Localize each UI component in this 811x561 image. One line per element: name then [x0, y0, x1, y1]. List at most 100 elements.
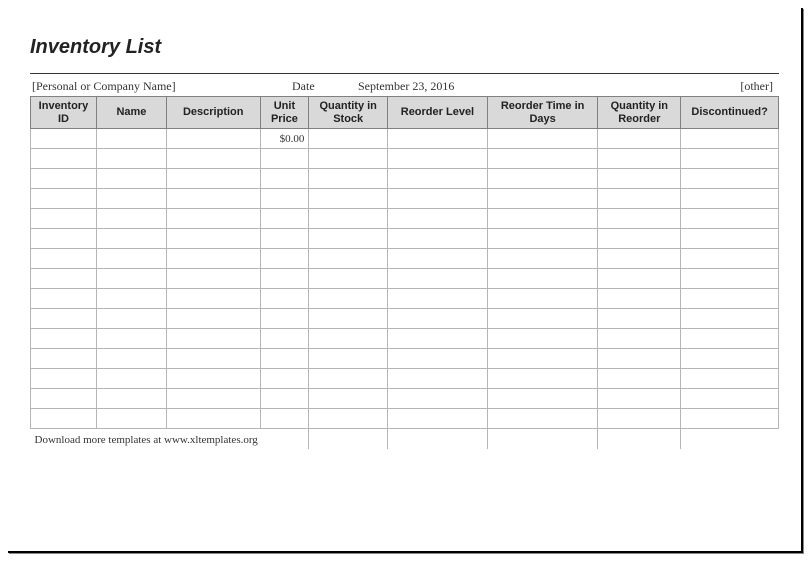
table-cell[interactable] [388, 189, 488, 209]
table-cell[interactable] [31, 249, 97, 269]
table-cell[interactable] [96, 129, 166, 149]
table-cell[interactable] [167, 189, 261, 209]
table-cell[interactable] [309, 269, 388, 289]
table-cell[interactable] [598, 249, 681, 269]
table-cell[interactable] [487, 189, 598, 209]
table-cell[interactable] [388, 309, 488, 329]
table-cell[interactable] [388, 369, 488, 389]
table-cell[interactable] [260, 329, 309, 349]
table-cell[interactable] [598, 169, 681, 189]
table-cell[interactable] [388, 229, 488, 249]
table-cell[interactable] [96, 229, 166, 249]
table-cell[interactable] [167, 289, 261, 309]
table-cell[interactable] [487, 209, 598, 229]
table-cell[interactable] [31, 289, 97, 309]
table-cell[interactable] [96, 289, 166, 309]
table-cell[interactable] [96, 329, 166, 349]
table-cell[interactable] [96, 249, 166, 269]
table-cell[interactable] [487, 129, 598, 149]
table-cell[interactable] [31, 229, 97, 249]
table-cell[interactable] [309, 129, 388, 149]
table-cell[interactable] [167, 329, 261, 349]
table-cell[interactable] [681, 209, 779, 229]
table-cell[interactable] [260, 249, 309, 269]
table-cell[interactable] [260, 289, 309, 309]
table-cell[interactable] [260, 229, 309, 249]
table-cell[interactable] [309, 409, 388, 429]
table-cell[interactable] [31, 269, 97, 289]
table-cell[interactable] [487, 229, 598, 249]
table-cell[interactable] [388, 169, 488, 189]
table-cell[interactable] [598, 309, 681, 329]
table-cell[interactable] [598, 129, 681, 149]
table-cell[interactable] [31, 389, 97, 409]
table-cell[interactable] [487, 289, 598, 309]
table-cell[interactable] [388, 289, 488, 309]
table-cell[interactable] [487, 249, 598, 269]
table-cell[interactable] [309, 229, 388, 249]
table-cell[interactable] [31, 209, 97, 229]
table-cell[interactable] [487, 369, 598, 389]
table-cell[interactable] [31, 409, 97, 429]
table-cell[interactable] [309, 169, 388, 189]
table-cell[interactable] [487, 349, 598, 369]
table-cell[interactable] [167, 349, 261, 369]
table-cell[interactable] [167, 169, 261, 189]
table-cell[interactable] [487, 169, 598, 189]
table-cell[interactable] [96, 309, 166, 329]
table-cell[interactable] [598, 369, 681, 389]
table-cell[interactable] [681, 269, 779, 289]
table-cell[interactable] [260, 189, 309, 209]
table-cell[interactable] [598, 209, 681, 229]
table-cell[interactable] [167, 149, 261, 169]
table-cell[interactable] [96, 189, 166, 209]
table-cell[interactable] [309, 329, 388, 349]
table-cell[interactable] [260, 389, 309, 409]
table-cell[interactable] [681, 329, 779, 349]
table-cell[interactable] [388, 269, 488, 289]
table-cell[interactable] [681, 409, 779, 429]
table-cell[interactable] [309, 389, 388, 409]
table-cell[interactable] [167, 209, 261, 229]
table-cell[interactable] [487, 309, 598, 329]
table-cell[interactable] [309, 149, 388, 169]
table-cell[interactable] [388, 209, 488, 229]
table-cell[interactable] [96, 389, 166, 409]
table-cell[interactable] [167, 309, 261, 329]
table-cell[interactable] [598, 189, 681, 209]
table-cell[interactable] [260, 149, 309, 169]
table-cell[interactable] [487, 149, 598, 169]
table-cell[interactable] [96, 269, 166, 289]
table-cell[interactable] [309, 249, 388, 269]
table-cell[interactable] [260, 269, 309, 289]
table-cell[interactable] [388, 249, 488, 269]
table-cell[interactable] [681, 169, 779, 189]
table-cell[interactable] [681, 309, 779, 329]
table-cell[interactable] [388, 329, 488, 349]
table-cell[interactable] [681, 349, 779, 369]
table-cell[interactable] [260, 409, 309, 429]
table-cell[interactable] [167, 129, 261, 149]
table-cell[interactable] [388, 409, 488, 429]
table-cell[interactable] [487, 409, 598, 429]
table-cell[interactable] [388, 129, 488, 149]
table-cell[interactable] [598, 269, 681, 289]
table-cell[interactable] [598, 149, 681, 169]
table-cell[interactable] [681, 229, 779, 249]
table-cell[interactable] [309, 209, 388, 229]
table-cell[interactable] [167, 389, 261, 409]
table-cell[interactable] [681, 129, 779, 149]
table-cell[interactable] [309, 309, 388, 329]
table-cell[interactable] [167, 229, 261, 249]
table-cell[interactable] [388, 389, 488, 409]
table-cell[interactable] [309, 349, 388, 369]
table-cell[interactable] [167, 409, 261, 429]
table-cell[interactable] [260, 369, 309, 389]
table-cell[interactable] [309, 189, 388, 209]
table-cell[interactable] [260, 169, 309, 189]
table-cell[interactable] [388, 149, 488, 169]
table-cell[interactable] [96, 149, 166, 169]
table-cell[interactable] [31, 149, 97, 169]
table-cell[interactable] [598, 349, 681, 369]
table-cell[interactable] [388, 349, 488, 369]
